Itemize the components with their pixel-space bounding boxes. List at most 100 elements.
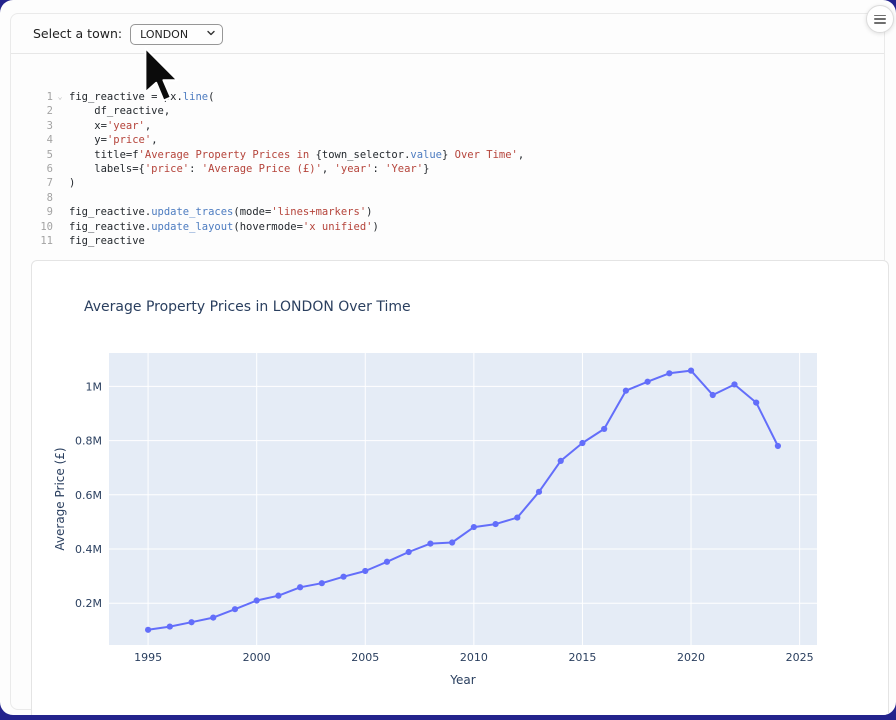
code-line[interactable]: 9 fig_reactive.update_traces(mode='lines+…: [31, 205, 889, 219]
svg-text:1M: 1M: [86, 380, 103, 393]
code-line[interactable]: 3 x='year',: [31, 119, 889, 133]
code-token: 'price': [107, 134, 151, 146]
line-number: 10: [31, 220, 53, 234]
code-text: fig_reactive.update_traces(mode='lines+m…: [67, 205, 372, 219]
town-select-wrap: LONDON: [130, 23, 223, 45]
fold-chevron-icon: [53, 220, 67, 234]
code-token: ,: [518, 149, 524, 161]
fold-chevron-icon: [53, 104, 67, 118]
code-text: x='year',: [67, 119, 151, 133]
code-token: labels={: [69, 163, 145, 175]
svg-text:1995: 1995: [134, 651, 162, 664]
code-text: y='price',: [67, 133, 158, 147]
svg-text:2020: 2020: [677, 651, 705, 664]
svg-text:Average Price (£): Average Price (£): [53, 447, 67, 550]
line-number: 2: [31, 104, 53, 118]
code-token: 'lines+markers': [271, 206, 366, 218]
code-line[interactable]: 11 fig_reactive: [31, 234, 889, 248]
code-line[interactable]: 4 y='price',: [31, 133, 889, 147]
svg-text:2010: 2010: [460, 651, 488, 664]
code-editor[interactable]: 1⌄fig_reactive = px.line(2 df_reactive,3…: [31, 90, 889, 250]
code-text: fig_reactive = px.line(: [67, 90, 214, 104]
town-selector-cell: Select a town: LONDON: [11, 14, 884, 54]
code-line[interactable]: 6 labels={'price': 'Average Price (£)', …: [31, 162, 889, 176]
line-number: 8: [31, 191, 53, 205]
line-number: 11: [31, 234, 53, 248]
svg-text:Average Property Prices in LON: Average Property Prices in LONDON Over T…: [84, 299, 411, 315]
code-token: line: [183, 91, 208, 103]
code-text: ): [67, 176, 75, 190]
code-token: title=f: [69, 149, 139, 161]
code-token: 'Average Property Prices in: [139, 149, 316, 161]
code-token: df_reactive,: [69, 105, 170, 117]
code-text: title=f'Average Property Prices in {town…: [67, 148, 524, 162]
code-text: labels={'price': 'Average Price (£)', 'y…: [67, 162, 429, 176]
town-select-dropdown[interactable]: LONDON: [130, 24, 223, 45]
chart-output-cell: 0.2M0.4M0.6M0.8M1M1995200020052010201520…: [31, 260, 889, 715]
code-token: x=: [69, 120, 107, 132]
line-number: 3: [31, 119, 53, 133]
code-token: :: [189, 163, 202, 175]
code-line[interactable]: 1⌄fig_reactive = px.line(: [31, 90, 889, 104]
code-token: (mode=: [233, 206, 271, 218]
code-token: ): [366, 206, 372, 218]
fold-chevron-icon: [53, 133, 67, 147]
code-token: fig_reactive.: [69, 221, 151, 233]
code-token: ,: [322, 163, 335, 175]
plotly-line-chart[interactable]: 0.2M0.4M0.6M0.8M1M1995200020052010201520…: [32, 261, 888, 715]
code-token: ,: [151, 134, 157, 146]
code-token: 'year': [335, 163, 373, 175]
code-token: Over Time': [448, 149, 518, 161]
code-token: (hovermode=: [233, 221, 303, 233]
line-number: 7: [31, 176, 53, 190]
code-line[interactable]: 8: [31, 191, 889, 205]
code-token: }: [423, 163, 429, 175]
svg-text:2015: 2015: [568, 651, 596, 664]
code-line[interactable]: 10 fig_reactive.update_layout(hovermode='…: [31, 220, 889, 234]
code-token: update_layout: [151, 221, 233, 233]
code-line[interactable]: 5 title=f'Average Property Prices in {to…: [31, 148, 889, 162]
code-token: ,: [145, 120, 151, 132]
svg-text:0.4M: 0.4M: [75, 543, 102, 556]
code-token: {town_selector.: [316, 149, 411, 161]
code-line[interactable]: 2 df_reactive,: [31, 104, 889, 118]
line-number: 9: [31, 205, 53, 219]
fold-chevron-icon: [53, 162, 67, 176]
svg-text:2025: 2025: [786, 651, 814, 664]
code-token: ): [372, 221, 378, 233]
fold-chevron-icon: [53, 148, 67, 162]
svg-text:0.2M: 0.2M: [75, 597, 102, 610]
line-number: 1: [31, 90, 53, 104]
code-token: update_traces: [151, 206, 233, 218]
town-selector-label: Select a town:: [33, 26, 122, 41]
code-token: 'year': [107, 120, 145, 132]
code-text: fig_reactive: [67, 234, 145, 248]
notebook-menu-button[interactable]: [866, 5, 894, 33]
code-token: fig_reactive: [69, 235, 145, 247]
line-number: 4: [31, 133, 53, 147]
code-token: 'price': [145, 163, 189, 175]
fold-chevron-icon: [53, 119, 67, 133]
fold-chevron-icon[interactable]: ⌄: [53, 90, 67, 104]
notebook-page: Select a town: LONDON 1⌄fig_reactive = p…: [0, 0, 896, 715]
code-token: y=: [69, 134, 107, 146]
fold-chevron-icon: [53, 176, 67, 190]
svg-text:2005: 2005: [351, 651, 379, 664]
line-number: 5: [31, 148, 53, 162]
code-line[interactable]: 7): [31, 176, 889, 190]
fold-chevron-icon: [53, 205, 67, 219]
code-token: 'x unified': [303, 221, 373, 233]
code-text: [67, 191, 69, 205]
svg-text:Year: Year: [449, 673, 475, 687]
svg-text:2000: 2000: [243, 651, 271, 664]
code-token: ): [69, 177, 75, 189]
hamburger-menu-icon: [874, 15, 886, 24]
fold-chevron-icon: [53, 191, 67, 205]
code-token: :: [372, 163, 385, 175]
fold-chevron-icon: [53, 234, 67, 248]
code-token: value: [410, 149, 442, 161]
svg-text:0.6M: 0.6M: [75, 489, 102, 502]
code-token: 'Year': [385, 163, 423, 175]
code-token: fig_reactive = px.: [69, 91, 183, 103]
code-token: (: [208, 91, 214, 103]
